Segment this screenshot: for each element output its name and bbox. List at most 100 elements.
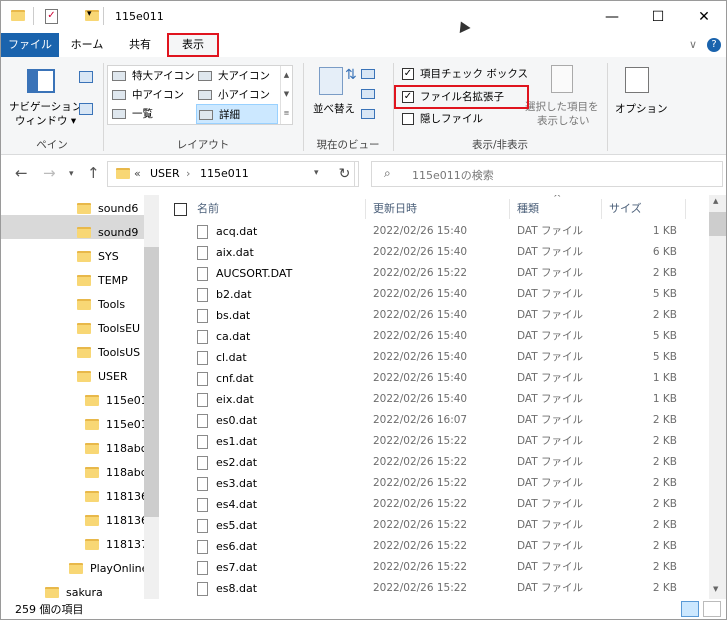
- refresh-button[interactable]: ↻: [331, 161, 359, 187]
- maximize-button[interactable]: ☐: [635, 1, 681, 33]
- file-row[interactable]: eix.dat 2022/02/26 15:40 DAT ファイル 1 KB: [161, 389, 709, 410]
- file-row[interactable]: ca.dat 2022/02/26 15:40 DAT ファイル 5 KB: [161, 326, 709, 347]
- file-row[interactable]: cnf.dat 2022/02/26 15:40 DAT ファイル 1 KB: [161, 368, 709, 389]
- column-header-type[interactable]: 種類: [517, 199, 539, 219]
- file-row[interactable]: cl.dat 2022/02/26 15:40 DAT ファイル 5 KB: [161, 347, 709, 368]
- layout-m-icons[interactable]: 中アイコン: [112, 85, 184, 105]
- scroll-up-icon[interactable]: ▲: [713, 197, 718, 205]
- file-row[interactable]: es5.dat 2022/02/26 15:22 DAT ファイル 2 KB: [161, 515, 709, 536]
- column-divider[interactable]: [509, 199, 510, 219]
- nav-item[interactable]: 118136: [85, 509, 148, 533]
- file-row[interactable]: AUCSORT.DAT 2022/02/26 15:22 DAT ファイル 2 KB: [161, 263, 709, 284]
- nav-item[interactable]: 118abc: [85, 461, 147, 485]
- file-row[interactable]: es1.dat 2022/02/26 15:22 DAT ファイル 2 KB: [161, 431, 709, 452]
- layout-details[interactable]: 詳細: [196, 104, 278, 124]
- sort-by-label[interactable]: 並べ替え: [313, 101, 355, 116]
- collapse-ribbon-icon[interactable]: ∨: [685, 33, 701, 57]
- navigation-pane-icon[interactable]: [27, 69, 55, 93]
- hide-selected-label[interactable]: 選択した項目を: [525, 99, 599, 114]
- up-arrow-icon[interactable]: ↑: [87, 164, 100, 182]
- nav-item[interactable]: PlayOnline: [69, 557, 148, 581]
- nav-scrollbar-thumb[interactable]: [144, 247, 159, 517]
- options-label[interactable]: オプション: [615, 101, 668, 116]
- add-columns-icon[interactable]: [361, 89, 375, 99]
- nav-item[interactable]: 118137: [85, 533, 148, 557]
- nav-item[interactable]: sound6: [77, 197, 138, 221]
- breadcrumb-current[interactable]: 115e011: [200, 167, 249, 180]
- back-arrow-icon[interactable]: ←: [15, 164, 28, 182]
- nav-item[interactable]: SYS: [77, 245, 119, 269]
- hidden-items-option[interactable]: 隠しファイル: [402, 111, 483, 126]
- customize-toolbar-icon[interactable]: ▾: [87, 9, 92, 19]
- nav-item[interactable]: sound9: [77, 221, 138, 245]
- address-bar[interactable]: « USER › 115e011 ▾: [107, 161, 355, 187]
- nav-item-label: 118abc: [106, 442, 147, 455]
- recent-locations-icon[interactable]: ▾: [69, 169, 74, 179]
- large-icons-view-icon[interactable]: [703, 601, 721, 617]
- file-row[interactable]: aix.dat 2022/02/26 15:40 DAT ファイル 6 KB: [161, 242, 709, 263]
- file-row[interactable]: es2.dat 2022/02/26 15:22 DAT ファイル 2 KB: [161, 452, 709, 473]
- nav-item[interactable]: USER: [77, 365, 128, 389]
- file-list-scrollbar[interactable]: ▲ ▼: [709, 195, 726, 599]
- group-by-icon[interactable]: [361, 69, 375, 79]
- nav-item[interactable]: ToolsUS: [77, 341, 140, 365]
- layout-s-icons[interactable]: 小アイコン: [198, 85, 270, 105]
- file-row[interactable]: es6.dat 2022/02/26 15:22 DAT ファイル 2 KB: [161, 536, 709, 557]
- file-row[interactable]: es3.dat 2022/02/26 15:22 DAT ファイル 2 KB: [161, 473, 709, 494]
- item-checkboxes-option[interactable]: ✓ 項目チェック ボックス: [402, 66, 528, 81]
- tab-view[interactable]: 表示: [167, 33, 219, 57]
- hide-selected-label-2[interactable]: 表示しない: [537, 113, 590, 128]
- layout-l-icons[interactable]: 大アイコン: [198, 66, 270, 86]
- details-view-icon[interactable]: [681, 601, 699, 617]
- close-button[interactable]: ✕: [681, 1, 726, 33]
- scroll-down-icon[interactable]: ▼: [713, 585, 718, 593]
- file-row[interactable]: bs.dat 2022/02/26 15:40 DAT ファイル 2 KB: [161, 305, 709, 326]
- column-divider[interactable]: [365, 199, 366, 219]
- file-row[interactable]: acq.dat 2022/02/26 15:40 DAT ファイル 1 KB: [161, 221, 709, 242]
- sort-by-icon[interactable]: [319, 67, 343, 95]
- file-row[interactable]: es0.dat 2022/02/26 16:07 DAT ファイル 2 KB: [161, 410, 709, 431]
- properties-icon[interactable]: ✓: [45, 9, 58, 24]
- column-header-name[interactable]: 名前: [197, 199, 219, 219]
- nav-item[interactable]: 118abc: [85, 437, 147, 461]
- tab-file[interactable]: ファイル: [1, 33, 59, 57]
- layout-xl-icons[interactable]: 特大アイコン: [112, 66, 194, 86]
- minimize-button[interactable]: —: [589, 1, 635, 33]
- path-overflow-icon[interactable]: «: [134, 167, 141, 180]
- size-columns-icon[interactable]: [361, 109, 375, 119]
- item-checkboxes-checkbox[interactable]: ✓: [402, 68, 414, 80]
- options-icon[interactable]: [625, 67, 649, 93]
- breadcrumb-separator-icon: ›: [186, 167, 191, 180]
- ribbon: ナビゲーション ウィンドウ ▾ ペイン 特大アイコン 大アイコン 中アイコン 小…: [1, 57, 726, 155]
- hide-selected-icon[interactable]: [551, 65, 573, 93]
- hidden-items-checkbox[interactable]: [402, 113, 414, 125]
- search-box[interactable]: ⌕ 115e011の検索: [371, 161, 723, 187]
- breadcrumb-user[interactable]: USER: [150, 167, 180, 180]
- nav-item[interactable]: sakura: [45, 581, 103, 599]
- tab-home[interactable]: ホーム: [61, 33, 113, 57]
- file-row[interactable]: es4.dat 2022/02/26 15:22 DAT ファイル 2 KB: [161, 494, 709, 515]
- tab-share[interactable]: 共有: [115, 33, 165, 57]
- address-dropdown-icon[interactable]: ▾: [314, 168, 319, 178]
- nav-item[interactable]: ToolsEU: [77, 317, 140, 341]
- column-divider[interactable]: [601, 199, 602, 219]
- file-row[interactable]: es7.dat 2022/02/26 15:22 DAT ファイル 2 KB: [161, 557, 709, 578]
- column-header-size[interactable]: サイズ: [609, 199, 642, 219]
- forward-arrow-icon[interactable]: →: [43, 164, 56, 182]
- file-row[interactable]: es8.dat 2022/02/26 15:22 DAT ファイル 2 KB: [161, 578, 709, 599]
- nav-item[interactable]: 118136: [85, 485, 148, 509]
- help-icon[interactable]: ?: [707, 38, 721, 52]
- layout-scroll[interactable]: ▲ ▼ ≡: [280, 66, 292, 124]
- column-divider[interactable]: [685, 199, 686, 219]
- details-pane-icon[interactable]: [79, 103, 93, 115]
- navigation-pane-label[interactable]: ナビゲーション: [9, 99, 82, 114]
- nav-item[interactable]: Tools: [77, 293, 125, 317]
- select-all-checkbox[interactable]: [174, 203, 187, 216]
- preview-pane-icon[interactable]: [79, 71, 93, 83]
- navigation-pane-label-2[interactable]: ウィンドウ ▾: [15, 113, 76, 128]
- column-header-date[interactable]: 更新日時: [373, 199, 417, 219]
- nav-item[interactable]: TEMP: [77, 269, 128, 293]
- file-row[interactable]: b2.dat 2022/02/26 15:40 DAT ファイル 5 KB: [161, 284, 709, 305]
- file-list-scrollbar-thumb[interactable]: [709, 212, 726, 236]
- layout-list[interactable]: 一覧: [112, 104, 153, 124]
